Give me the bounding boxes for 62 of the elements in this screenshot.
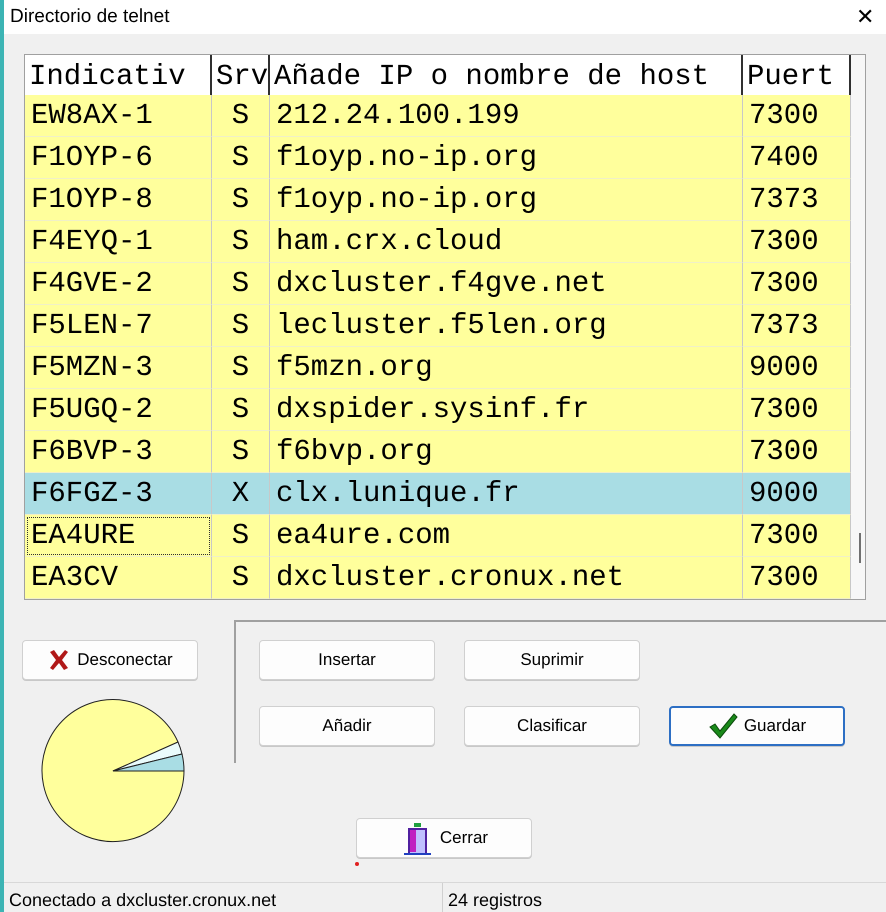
table-cell: S — [212, 305, 270, 347]
action-button[interactable]: Clasificar — [464, 706, 640, 746]
window-title: Directorio de telnet — [10, 6, 170, 28]
table-cell: X — [212, 473, 270, 515]
table-cell: 212.24.100.199 — [270, 95, 743, 137]
action-button[interactable]: Suprimir — [464, 640, 640, 680]
table-cell: S — [212, 221, 270, 263]
table-cell: F5UGQ-2 — [25, 389, 212, 431]
checkmark-icon — [708, 712, 738, 740]
scrollbar-thumb[interactable] — [859, 533, 861, 563]
action-button[interactable]: Guardar — [669, 706, 845, 746]
action-button[interactable]: Insertar — [259, 640, 435, 680]
action-button[interactable]: Añadir — [259, 706, 435, 746]
table-cell: f1oyp.no-ip.org — [270, 137, 743, 179]
close-button[interactable]: ✕ — [850, 4, 880, 30]
table-cell: S — [212, 557, 270, 599]
table-cell: EA3CV — [25, 557, 212, 599]
table-cell: S — [212, 515, 270, 557]
table-cell: 7300 — [743, 557, 851, 599]
table-cell: ea4ure.com — [270, 515, 743, 557]
table-cell: F6BVP-3 — [25, 431, 212, 473]
disconnect-button[interactable]: Desconectar — [22, 640, 198, 680]
table-cell: 7300 — [743, 95, 851, 137]
table-cell: dxcluster.f4gve.net — [270, 263, 743, 305]
table-cell: F6FGZ-3 — [25, 473, 212, 515]
table-cell: 7300 — [743, 221, 851, 263]
table-cell: F1OYP-6 — [25, 137, 212, 179]
table-cell: 7300 — [743, 263, 851, 305]
table-cell: dxcluster.cronux.net — [270, 557, 743, 599]
table-cell: 7400 — [743, 137, 851, 179]
table-cell: 7300 — [743, 431, 851, 473]
table-cell: F1OYP-8 — [25, 179, 212, 221]
table-cell: F4EYQ-1 — [25, 221, 212, 263]
table-cell: lecluster.f5len.org — [270, 305, 743, 347]
table-cell: 7300 — [743, 515, 851, 557]
status-text: 24 registros — [447, 889, 542, 912]
status-text: Conectado a dxcluster.cronux.net — [4, 883, 443, 912]
table-cell: 7373 — [743, 179, 851, 221]
table-cell: S — [212, 179, 270, 221]
table-cell: S — [212, 95, 270, 137]
table-cell: EW8AX-1 — [25, 95, 212, 137]
table-cell: S — [212, 347, 270, 389]
table-cell: S — [212, 137, 270, 179]
table-cell: 9000 — [743, 473, 851, 515]
table-cell: S — [212, 263, 270, 305]
close-dialog-button[interactable]: Cerrar — [356, 818, 532, 858]
table-cell: 9000 — [743, 347, 851, 389]
table-cell: f5mzn.org — [270, 347, 743, 389]
table-cell: F4GVE-2 — [25, 263, 212, 305]
table-cell: EA4URE — [25, 515, 212, 557]
table-cell: 7300 — [743, 389, 851, 431]
table-cell: F5LEN-7 — [25, 305, 212, 347]
table-cell: 7373 — [743, 305, 851, 347]
table-cell: f1oyp.no-ip.org — [270, 179, 743, 221]
table-cell: S — [212, 431, 270, 473]
marker-dot — [355, 862, 359, 866]
table-cell: clx.lunique.fr — [270, 473, 743, 515]
table-cell: ham.crx.cloud — [270, 221, 743, 263]
table-cell: F5MZN-3 — [25, 347, 212, 389]
table-cell: dxspider.sysinf.fr — [270, 389, 743, 431]
table-cell: S — [212, 389, 270, 431]
table-cell: f6bvp.org — [270, 431, 743, 473]
